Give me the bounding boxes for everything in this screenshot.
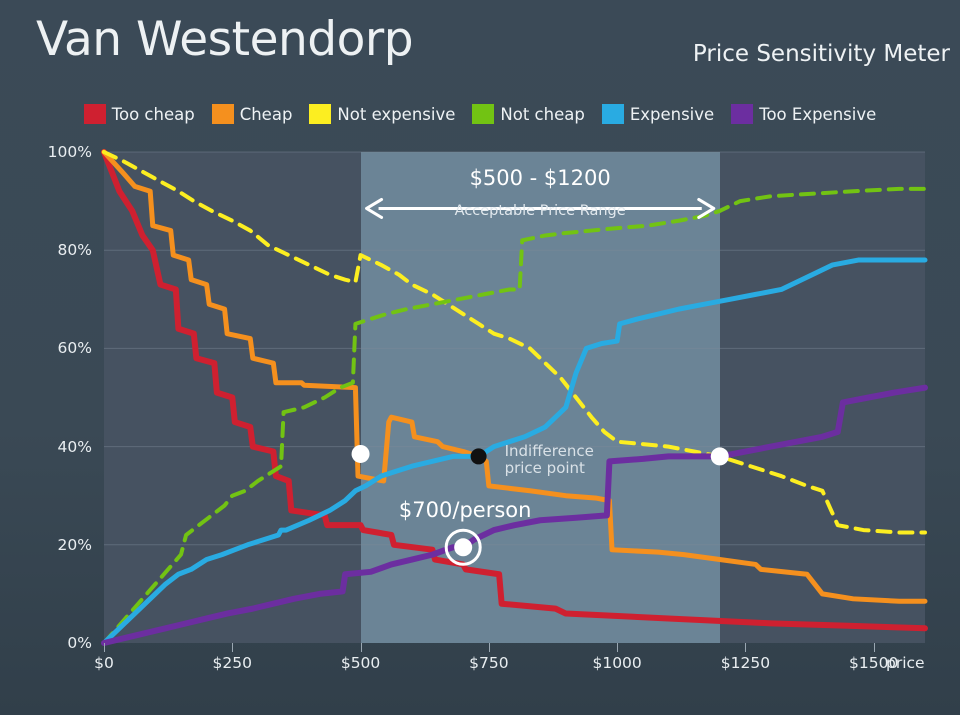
x-tick-mark <box>488 643 490 652</box>
y-tick-label: 100% <box>47 143 92 161</box>
legend-swatch-icon <box>309 104 332 124</box>
legend-swatch-icon <box>83 104 106 124</box>
acceptable-range-title: $500 - $1200 <box>469 166 611 190</box>
plot-area <box>101 149 928 646</box>
acceptable-range-subtitle: Acceptable Price Range <box>454 203 626 219</box>
chart-svg <box>101 149 928 646</box>
marker-marginal-cheapness <box>351 444 370 463</box>
legend-item-label: Cheap <box>239 104 293 124</box>
chart-page: Van Westendorp Price Sensitivity Meter T… <box>0 0 960 715</box>
legend-swatch-icon <box>472 104 495 124</box>
x-tick-label: $0 <box>94 654 114 672</box>
x-tick-label: $1500 <box>849 654 899 672</box>
y-tick-label: 60% <box>57 339 92 358</box>
x-tick-mark <box>232 643 234 652</box>
x-tick-label: $250 <box>212 654 253 672</box>
x-tick-mark <box>360 643 362 652</box>
x-axis: price $0 $250 $500 $750 $1000 $1250 $1500 <box>94 643 925 683</box>
marker-indifference-price-point <box>470 448 487 465</box>
legend-swatch-icon <box>731 104 754 124</box>
marker-marginal-expensiveness <box>710 447 729 466</box>
page-title: Van Westendorp <box>36 12 414 67</box>
legend-item-not-cheap[interactable]: Not cheap <box>472 104 585 124</box>
legend-item-label: Too cheap <box>111 104 195 124</box>
legend-swatch-icon <box>211 104 234 124</box>
legend-item-cheap[interactable]: Cheap <box>211 104 293 124</box>
indifference-price-point-label: Indifference price point <box>504 442 594 477</box>
series-line-too-cheap <box>101 149 928 632</box>
x-tick-label: $1000 <box>592 654 642 672</box>
legend-item-too-cheap[interactable]: Too cheap <box>83 104 195 124</box>
y-tick-label: 40% <box>57 437 92 456</box>
x-tick-mark <box>617 643 619 652</box>
optimal-price-label: $700/person <box>398 498 532 522</box>
x-tick-label: $500 <box>340 654 381 672</box>
legend-item-label: Not cheap <box>500 104 585 124</box>
legend-item-expensive[interactable]: Expensive <box>601 104 715 124</box>
chart-legend: Too cheap Cheap Not expensive Not cheap Expe… <box>0 104 960 124</box>
legend-item-label: Expensive <box>629 104 715 124</box>
legend-swatch-icon <box>601 104 624 124</box>
legend-item-label: Not expensive <box>337 104 456 124</box>
x-tick-label: $750 <box>469 654 509 672</box>
x-tick-mark <box>873 643 875 652</box>
y-tick-label: 0% <box>67 634 92 652</box>
y-tick-label: 80% <box>57 241 92 260</box>
legend-item-not-expensive[interactable]: Not expensive <box>309 104 455 124</box>
legend-item-label: Too Expensive <box>759 104 877 124</box>
x-tick-label: $1250 <box>720 654 771 672</box>
x-tick-mark <box>104 643 105 652</box>
page-subtitle: Price Sensitivity Meter <box>692 41 950 67</box>
y-tick-label: 20% <box>57 535 92 554</box>
legend-item-too-expensive[interactable]: Too Expensive <box>731 104 876 124</box>
x-tick-mark <box>745 643 747 652</box>
